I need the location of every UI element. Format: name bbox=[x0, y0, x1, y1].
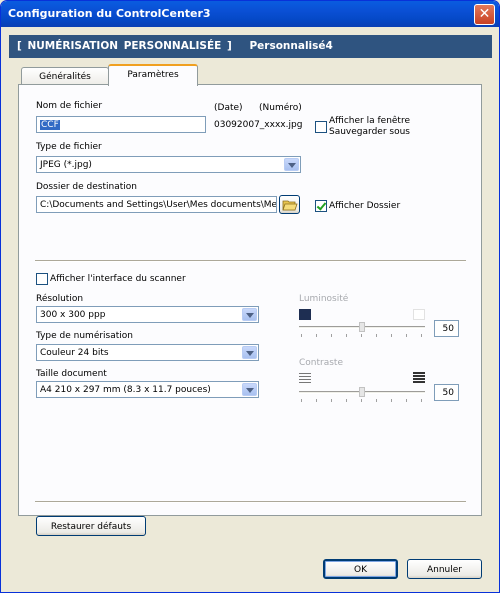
show-saveas-checkbox[interactable] bbox=[315, 121, 327, 133]
header-profile: Personnalisé4 bbox=[249, 40, 333, 52]
slider-tick bbox=[301, 334, 302, 337]
resolution-value: 300 x 300 ppp bbox=[40, 310, 106, 320]
section-header: [ NUMÉRISATION PERSONNALISÉE ] Personnal… bbox=[9, 35, 492, 58]
filename-label: Nom de fichier bbox=[36, 101, 103, 111]
contrast-value[interactable]: 50 bbox=[434, 384, 459, 401]
close-icon[interactable]: ✕ bbox=[474, 4, 495, 25]
filetype-select[interactable]: JPEG (*.jpg) bbox=[36, 156, 301, 173]
show-folder-label: Afficher Dossier bbox=[329, 201, 401, 211]
slider-tick bbox=[301, 399, 302, 402]
filetype-label: Type de fichier bbox=[36, 142, 102, 152]
slider-tick bbox=[316, 334, 317, 337]
tab-label: Généralités bbox=[39, 72, 91, 82]
slider-tick bbox=[421, 334, 422, 337]
brightness-value[interactable]: 50 bbox=[434, 320, 459, 337]
slider-tick bbox=[391, 334, 392, 337]
ok-button[interactable]: OK bbox=[323, 559, 398, 579]
window-title: Configuration du ControlCenter3 bbox=[8, 7, 211, 20]
slider-tick bbox=[361, 334, 362, 337]
contrast-low-icon bbox=[299, 372, 311, 384]
resolution-select[interactable]: 300 x 300 ppp bbox=[36, 306, 259, 323]
brightness-slider-thumb[interactable] bbox=[359, 322, 365, 332]
slider-tick bbox=[331, 399, 332, 402]
slider-tick bbox=[376, 334, 377, 337]
slider-tick bbox=[346, 334, 347, 337]
chevron-down-icon[interactable] bbox=[284, 158, 299, 171]
document-size-value: A4 210 x 297 mm (8.3 x 11.7 pouces) bbox=[40, 385, 211, 395]
brightness-label: Luminosité bbox=[299, 294, 349, 304]
resolution-label: Résolution bbox=[36, 294, 84, 304]
filename-input[interactable]: CCF bbox=[36, 116, 206, 133]
date-label: (Date) bbox=[214, 103, 243, 113]
scan-type-label: Type de numérisation bbox=[36, 331, 134, 341]
tab-label: Paramètres bbox=[127, 70, 179, 80]
tab-parametres[interactable]: Paramètres bbox=[108, 64, 198, 86]
filetype-value: JPEG (*.jpg) bbox=[40, 160, 92, 170]
show-folder-checkbox[interactable] bbox=[315, 200, 327, 212]
show-scanner-interface-checkbox[interactable] bbox=[36, 273, 48, 285]
header-mode: [ NUMÉRISATION PERSONNALISÉE ] bbox=[17, 40, 232, 52]
slider-tick bbox=[421, 399, 422, 402]
slider-tick bbox=[346, 399, 347, 402]
destination-value: C:\Documents and Settings\User\Mes docum… bbox=[40, 200, 277, 210]
show-scanner-interface-label: Afficher l'interface du scanner bbox=[50, 274, 186, 284]
document-size-select[interactable]: A4 210 x 297 mm (8.3 x 11.7 pouces) bbox=[36, 381, 259, 398]
slider-tick bbox=[331, 334, 332, 337]
filename-value: CCF bbox=[40, 120, 60, 130]
contrast-slider-thumb[interactable] bbox=[359, 387, 365, 397]
filename-example: 03092007_xxxx.jpg bbox=[214, 120, 303, 130]
dialog-window: Configuration du ControlCenter3 ✕ [ NUMÉ… bbox=[0, 0, 500, 593]
folder-open-icon bbox=[281, 200, 298, 211]
slider-tick bbox=[406, 399, 407, 402]
cancel-button[interactable]: Annuler bbox=[407, 559, 482, 579]
scan-type-select[interactable]: Couleur 24 bits bbox=[36, 344, 259, 361]
brightness-dark-icon bbox=[299, 309, 311, 320]
destination-label: Dossier de destination bbox=[36, 182, 137, 192]
number-label: (Numéro) bbox=[259, 103, 302, 113]
chevron-down-icon[interactable] bbox=[242, 308, 257, 321]
chevron-down-icon[interactable] bbox=[242, 346, 257, 359]
scan-type-value: Couleur 24 bits bbox=[40, 348, 109, 358]
divider bbox=[35, 501, 466, 503]
slider-tick bbox=[361, 399, 362, 402]
brightness-light-icon bbox=[413, 309, 425, 320]
slider-tick bbox=[316, 399, 317, 402]
destination-input[interactable]: C:\Documents and Settings\User\Mes docum… bbox=[36, 196, 277, 213]
document-size-label: Taille document bbox=[36, 369, 107, 379]
contrast-label: Contraste bbox=[299, 358, 343, 368]
show-saveas-label: Afficher la fenêtre Sauvegarder sous bbox=[329, 116, 410, 137]
title-bar: Configuration du ControlCenter3 ✕ bbox=[1, 1, 499, 27]
slider-tick bbox=[376, 399, 377, 402]
browse-button[interactable] bbox=[279, 195, 300, 214]
contrast-high-icon bbox=[413, 372, 425, 384]
slider-tick bbox=[406, 334, 407, 337]
divider bbox=[35, 260, 466, 262]
slider-tick bbox=[391, 399, 392, 402]
chevron-down-icon[interactable] bbox=[242, 383, 257, 396]
restore-defaults-button[interactable]: Restaurer défauts bbox=[36, 516, 146, 536]
